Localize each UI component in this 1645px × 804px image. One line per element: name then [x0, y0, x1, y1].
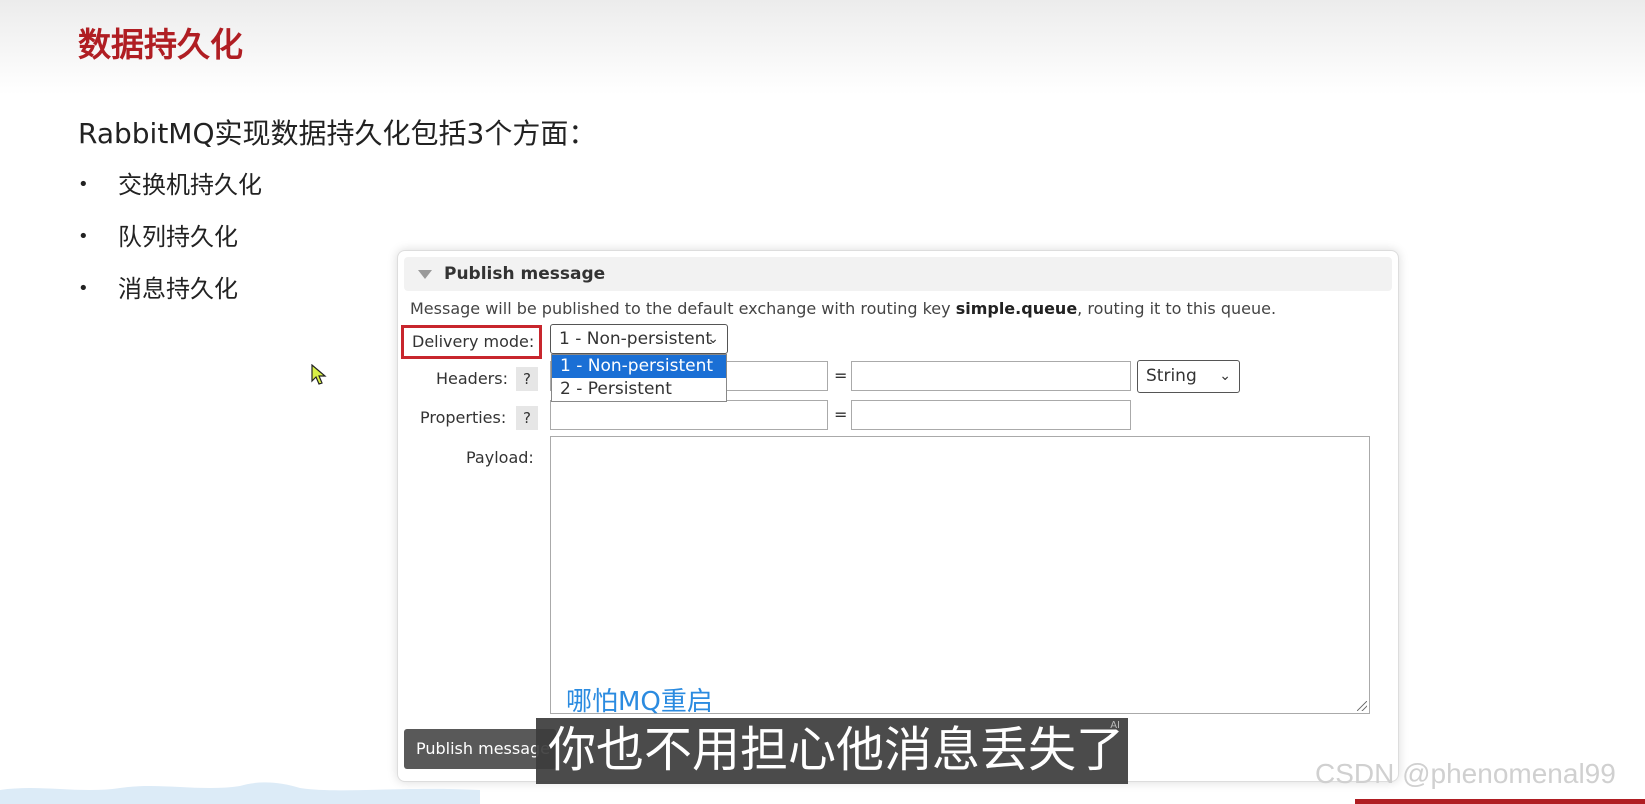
resize-grip-icon[interactable] [1357, 701, 1367, 711]
ai-mark: AI [1110, 720, 1120, 731]
headers-label: Headers: [436, 369, 508, 388]
properties-help-button[interactable]: ? [516, 406, 538, 430]
header-band [0, 0, 1645, 95]
delivery-mode-label: Delivery mode: [412, 332, 535, 351]
red-accent-strip [1355, 799, 1645, 804]
decorative-wave [0, 782, 480, 804]
csdn-watermark: CSDN @phenomenal99 [1315, 758, 1616, 789]
bullet-item: 交换机持久化 [78, 165, 262, 217]
slide-title: 数据持久化 [78, 25, 243, 64]
delivery-mode-dropdown: 1 - Non-persistent 2 - Persistent [551, 354, 727, 402]
mouse-pointer-icon [311, 364, 327, 385]
collapse-triangle-icon[interactable] [418, 270, 432, 279]
publish-message-panel: Publish message Message will be publishe… [397, 250, 1399, 782]
video-caption: 你也不用担心他消息丢失了 AI [536, 718, 1128, 784]
headers-help-button[interactable]: ? [516, 367, 538, 391]
routing-key: simple.queue [955, 299, 1078, 318]
equals-sign: = [834, 405, 848, 424]
publish-message-button[interactable]: Publish message [404, 729, 556, 769]
overlay-subtitle: 哪怕MQ重启 [566, 687, 713, 717]
dropdown-option[interactable]: 1 - Non-persistent [552, 355, 726, 378]
bullet-item: 队列持久化 [78, 217, 262, 269]
panel-title: Publish message [444, 264, 606, 284]
properties-label: Properties: [420, 408, 507, 427]
payload-textarea[interactable] [550, 436, 1370, 714]
header-type-select[interactable]: String ⌄ [1137, 360, 1240, 393]
slide-intro: RabbitMQ实现数据持久化包括3个方面： [78, 117, 597, 150]
delivery-mode-select[interactable]: 1 - Non-persistent ⌄ [550, 324, 728, 354]
property-value-input[interactable] [851, 400, 1131, 430]
bullet-item: 消息持久化 [78, 269, 262, 321]
property-key-input[interactable] [550, 400, 828, 430]
dropdown-option[interactable]: 2 - Persistent [552, 378, 726, 401]
routing-info: Message will be published to the default… [410, 299, 1277, 318]
payload-label: Payload: [466, 448, 534, 467]
equals-sign: = [834, 366, 848, 385]
header-value-input[interactable] [851, 361, 1131, 391]
chevron-down-icon: ⌄ [1219, 368, 1231, 384]
bullet-list: 交换机持久化 队列持久化 消息持久化 [78, 165, 262, 321]
chevron-down-icon: ⌄ [707, 331, 719, 347]
panel-header[interactable]: Publish message [404, 257, 1392, 291]
